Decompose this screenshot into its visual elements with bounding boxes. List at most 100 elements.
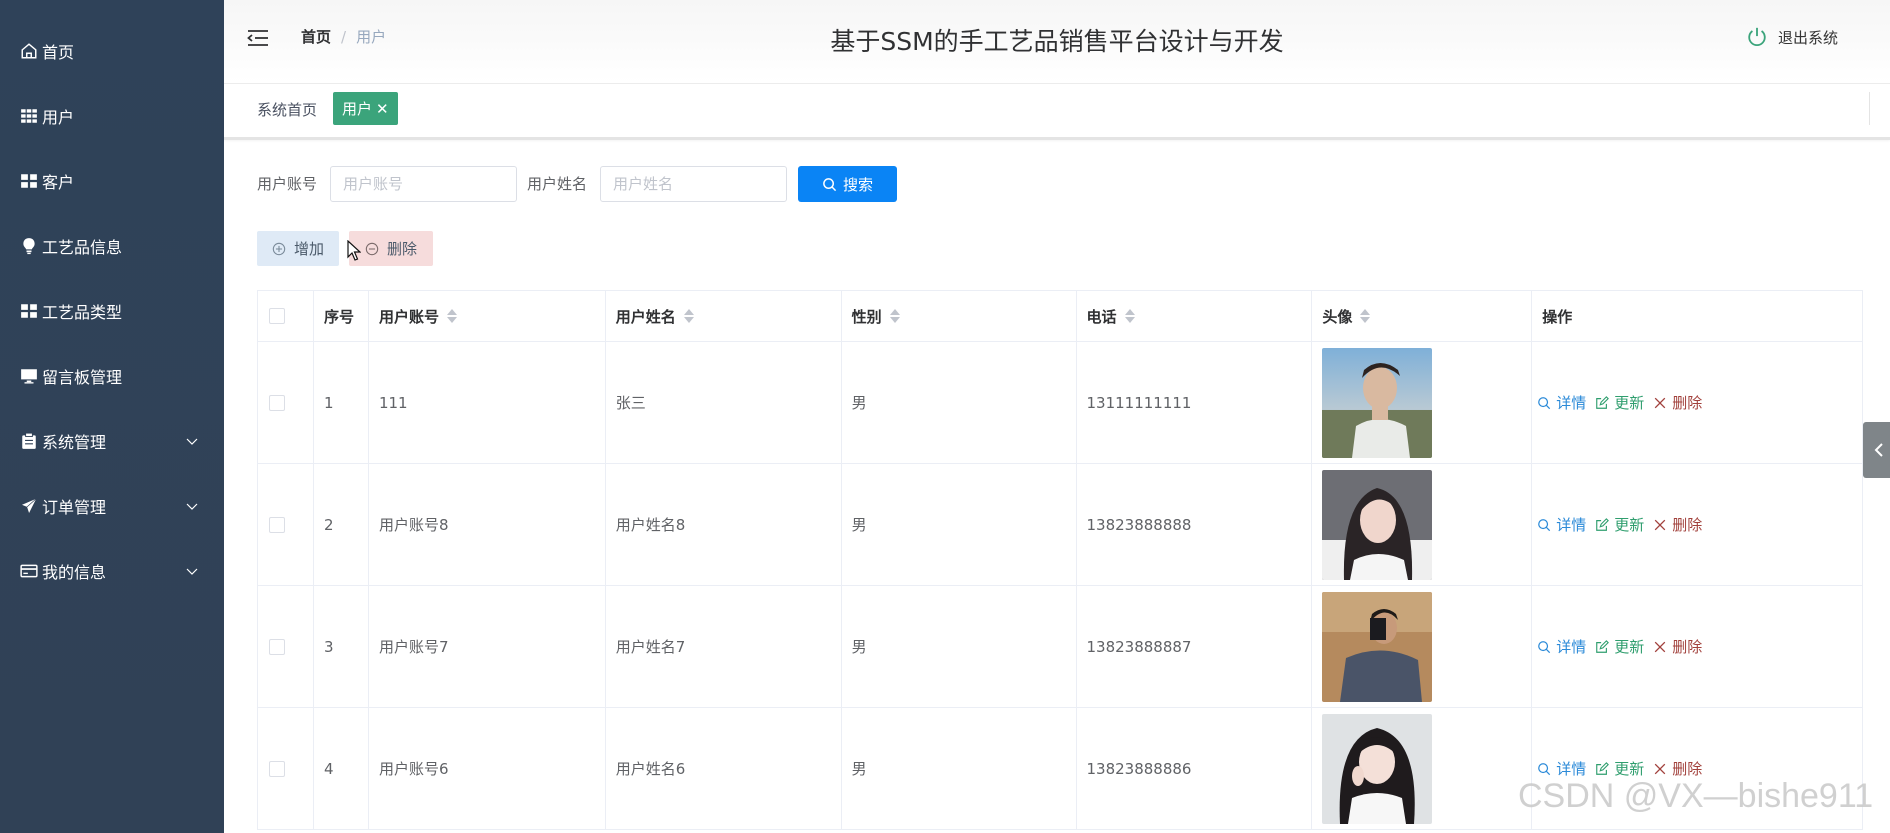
- sort-icon[interactable]: [446, 308, 457, 324]
- clipboard-icon: [20, 432, 38, 450]
- sidebar-item-label: 首页: [42, 43, 75, 62]
- column-header-gender[interactable]: 性别: [842, 291, 1077, 341]
- search-icon: [1538, 640, 1551, 653]
- sort-icon[interactable]: [1124, 308, 1135, 324]
- sidebar-item-message-board[interactable]: 留言板管理: [0, 344, 224, 408]
- delete-label: 删除: [1672, 516, 1703, 534]
- detail-button[interactable]: 详情: [1537, 392, 1586, 413]
- column-header-name[interactable]: 用户姓名: [606, 291, 842, 341]
- row-checkbox[interactable]: [269, 760, 285, 777]
- name-search-input[interactable]: [600, 166, 787, 202]
- mouse-cursor-icon: [347, 240, 361, 261]
- detail-button[interactable]: 详情: [1537, 636, 1586, 657]
- account-search-input[interactable]: [330, 166, 517, 202]
- chevron-left-icon: [1874, 443, 1883, 457]
- delete-button[interactable]: 删除: [1653, 392, 1702, 413]
- tag-system-home[interactable]: 系统首页: [257, 99, 317, 120]
- update-label: 更新: [1614, 516, 1645, 534]
- name-cell: 用户姓名6: [606, 708, 842, 829]
- sidebar-item-label: 订单管理: [42, 498, 107, 517]
- avatar-cell: [1312, 708, 1533, 829]
- sort-icon[interactable]: [683, 308, 694, 324]
- avatar-image[interactable]: [1322, 347, 1433, 458]
- update-label: 更新: [1614, 394, 1645, 412]
- gender-cell: 男: [842, 586, 1077, 707]
- delete-button[interactable]: 删除: [1653, 758, 1702, 779]
- column-label: 序号: [323, 307, 354, 326]
- power-icon: [1748, 27, 1766, 46]
- column-label: 头像: [1322, 307, 1353, 326]
- avatar-image[interactable]: [1322, 713, 1433, 824]
- column-label: 电话: [1086, 307, 1117, 326]
- row-checkbox[interactable]: [269, 394, 285, 411]
- update-button[interactable]: 更新: [1595, 758, 1644, 779]
- send-icon: [20, 497, 38, 515]
- row-checkbox-cell: [258, 342, 314, 463]
- update-button[interactable]: 更新: [1595, 514, 1644, 535]
- delete-label: 删除: [1672, 394, 1703, 412]
- top-header: 首页 / 用户 基于SSM的手工艺品销售平台设计与开发 退出系统: [224, 0, 1890, 84]
- sort-icon[interactable]: [889, 308, 900, 324]
- detail-label: 详情: [1556, 394, 1587, 412]
- name-label: 用户姓名: [527, 175, 588, 193]
- add-button[interactable]: 增加: [257, 231, 339, 266]
- sidebar-item-label: 系统管理: [42, 433, 107, 452]
- sidebar-item-system[interactable]: 系统管理: [0, 409, 224, 473]
- sidebar-item-orders[interactable]: 订单管理: [0, 474, 224, 538]
- sort-icon[interactable]: [1360, 308, 1371, 324]
- detail-label: 详情: [1556, 638, 1587, 656]
- update-button[interactable]: 更新: [1595, 636, 1644, 657]
- delete-button-label: 删除: [386, 240, 417, 258]
- column-header-avatar[interactable]: 头像: [1312, 291, 1533, 341]
- sidebar-item-label: 留言板管理: [42, 368, 123, 387]
- index-cell: 3: [314, 586, 369, 707]
- name-cell: 用户姓名8: [606, 464, 842, 585]
- sidebar-item-customers[interactable]: 客户: [0, 149, 224, 213]
- delete-button[interactable]: 删除: [1653, 514, 1702, 535]
- update-button[interactable]: 更新: [1595, 392, 1644, 413]
- phone-cell: 13823888887: [1077, 586, 1313, 707]
- logout-label: 退出系统: [1777, 28, 1838, 47]
- index-cell: 4: [314, 708, 369, 829]
- sidebar-item-home[interactable]: 首页: [0, 19, 224, 83]
- settings-drawer-toggle[interactable]: [1863, 422, 1890, 478]
- actions-cell: 详情 更新 删除: [1532, 586, 1863, 707]
- logout-button[interactable]: 退出系统: [1746, 26, 1838, 48]
- delete-button[interactable]: 删除: [1653, 636, 1702, 657]
- bulb-icon: [20, 237, 38, 255]
- close-icon: [1654, 397, 1666, 408]
- sidebar-item-label: 用户: [42, 108, 75, 127]
- column-header-phone[interactable]: 电话: [1077, 291, 1313, 341]
- sidebar-item-users[interactable]: 用户: [0, 84, 224, 148]
- close-icon[interactable]: ✕: [376, 100, 389, 118]
- batch-delete-button[interactable]: 删除: [349, 231, 433, 266]
- update-label: 更新: [1614, 760, 1645, 778]
- avatar-image[interactable]: [1322, 469, 1433, 580]
- sidebar-item-my-info[interactable]: 我的信息: [0, 539, 224, 603]
- sidebar-item-craft-type[interactable]: 工艺品类型: [0, 279, 224, 343]
- watermark: CSDN @VX—bishe911: [1518, 777, 1874, 815]
- chevron-down-icon: [186, 438, 198, 445]
- detail-button[interactable]: 详情: [1537, 514, 1586, 535]
- column-label: 性别: [851, 307, 882, 326]
- home-icon: [20, 42, 38, 60]
- avatar-image[interactable]: [1322, 591, 1433, 702]
- edit-icon: [1596, 761, 1610, 775]
- grid-icon: [20, 172, 38, 190]
- edit-icon: [1596, 395, 1610, 409]
- search-button[interactable]: 搜索: [798, 166, 897, 202]
- sidebar-item-craft-info[interactable]: 工艺品信息: [0, 214, 224, 278]
- table-header-row: 序号 用户账号 用户姓名 性别 电话 头像 操作: [258, 291, 1863, 342]
- avatar-cell: [1312, 464, 1533, 585]
- users-table: 序号 用户账号 用户姓名 性别 电话 头像 操作 1 111 张三 男 1311…: [257, 290, 1863, 830]
- row-checkbox[interactable]: [269, 516, 285, 533]
- search-icon: [1538, 396, 1551, 409]
- tag-users-active[interactable]: 用户 ✕: [333, 92, 398, 125]
- gender-cell: 男: [842, 464, 1077, 585]
- select-all-checkbox[interactable]: [269, 308, 285, 324]
- detail-button[interactable]: 详情: [1537, 758, 1586, 779]
- row-checkbox[interactable]: [269, 638, 285, 655]
- table-row: 1 111 张三 男 13111111111 详情 更新 删除: [258, 342, 1863, 464]
- column-header-account[interactable]: 用户账号: [369, 291, 606, 341]
- search-icon: [1538, 518, 1551, 531]
